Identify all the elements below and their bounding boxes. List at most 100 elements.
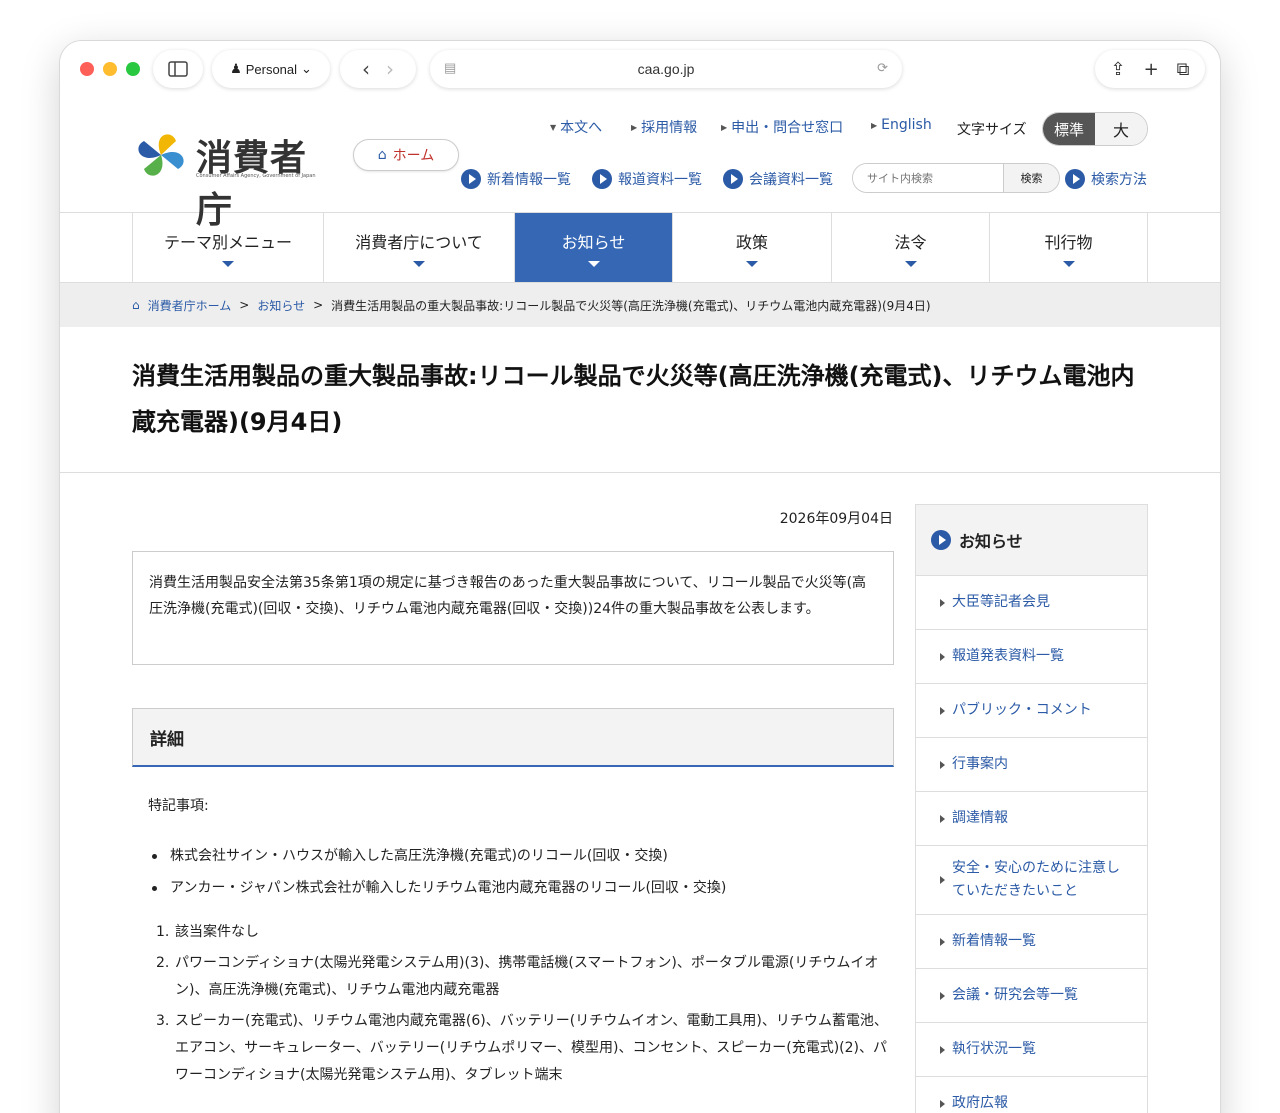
sidebar-item-label: 大臣等記者会見 [952,594,1050,610]
sidebar-item-label: 安全・安心のために注意していただきたいこと [952,860,1120,899]
font-size-large-button[interactable]: 大 [1095,113,1147,145]
sidebar-item-procurement[interactable]: 調達情報 [916,792,1147,846]
breadcrumb-separator: > [239,298,250,312]
nav-publications[interactable]: 刊行物 [989,213,1147,282]
global-nav: テーマ別メニュー 消費者庁について お知らせ 政策 法令 刊行物 [60,213,1220,283]
caret-down-icon [587,260,600,267]
play-circle-icon [1065,169,1085,189]
util-link-label: 採用情報 [641,120,698,136]
sidebar-item-meetings[interactable]: 会議・研究会等一覧 [916,969,1147,1023]
util-link-recruit[interactable]: ▶ 採用情報 [631,117,697,137]
sidebar-item-label: 執行状況一覧 [952,1041,1036,1057]
zoom-window-button[interactable] [126,62,140,76]
breadcrumb-section-link[interactable]: お知らせ [257,297,305,314]
site-logo[interactable]: 消費者庁 Consumer Affairs Agency, Government… [132,127,332,231]
caret-down-icon [222,260,234,267]
sidebar-item-news-list[interactable]: 新着情報一覧 [916,915,1147,969]
quick-link-label: 新着情報一覧 [487,172,571,188]
address-bar[interactable]: ▤ caa.go.jp ⟳ [430,50,902,88]
sidebar-icon [168,61,188,77]
nav-policy[interactable]: 政策 [672,213,831,282]
quick-link-news[interactable]: 新着情報一覧 [461,169,571,189]
play-circle-icon [931,530,951,550]
sidebar-item-press-conference[interactable]: 大臣等記者会見 [916,576,1147,630]
site-header: 消費者庁 Consumer Affairs Agency, Government… [60,97,1220,231]
new-tab-icon[interactable]: + [1144,59,1159,80]
sidebar-item-enforcement[interactable]: 執行状況一覧 [916,1023,1147,1077]
logo-mark-icon [138,134,184,176]
nav-theme-menu[interactable]: テーマ別メニュー [132,213,323,282]
util-link-label: 本文へ [560,120,603,136]
caret-down-icon [1062,260,1075,267]
breadcrumb-home-link[interactable]: 消費者庁ホーム [148,297,232,314]
triangle-right-icon: ▶ [631,122,638,132]
close-window-button[interactable] [80,62,94,76]
home-button[interactable]: ⌂ ホーム [353,139,459,171]
home-icon: ⌂ [377,147,387,163]
list-item: 1. 該当案件なし [156,919,894,946]
history-nav: ‹ › [340,50,416,88]
search-button[interactable]: 検索 [1003,164,1059,192]
quick-link-meetings[interactable]: 会議資料一覧 [723,169,833,189]
play-circle-icon [592,169,612,189]
sidebar-item-label: 会議・研究会等一覧 [952,987,1078,1003]
list-item-text: パワーコンディショナ(太陽光発電システム用)(3)、携帯電話機(スマートフォン)… [175,955,879,998]
quick-link-press[interactable]: 報道資料一覧 [592,169,702,189]
notes-bullet-list: 株式会社サイン・ハウスが輸入した高圧洗浄機(充電式)のリコール(回収・交換) ア… [150,840,726,904]
sidebar-item-public-comment[interactable]: パブリック・コメント [916,684,1147,738]
util-link-main-content[interactable]: ▼ 本文へ [550,117,602,137]
home-icon: ⌂ [132,298,140,312]
sidebar-heading-label: お知らせ [959,532,1023,551]
nav-label: 刊行物 [1044,232,1093,252]
util-link-english[interactable]: ▶ English [871,117,932,133]
play-circle-icon [723,169,743,189]
sidebar-item-events[interactable]: 行事案内 [916,738,1147,792]
chevron-down-icon: ⌄ [301,61,312,76]
sidebar-item-gov-pr[interactable]: 政府広報 [916,1077,1147,1113]
list-item-text: スピーカー(充電式)、リチウム電池内蔵充電器(6)、バッテリー(リチウムイオン、… [175,1013,888,1083]
home-label: ホーム [392,148,435,164]
quick-link-label: 報道資料一覧 [618,172,702,188]
reload-icon[interactable]: ⟳ [877,60,888,76]
util-link-label: English [881,117,932,133]
minimize-window-button[interactable] [103,62,117,76]
list-item-text: 該当案件なし [175,924,259,940]
page-title: 消費生活用製品の重大製品事故:リコール製品で火災等(高圧洗浄機(充電式)、リチウ… [132,362,1135,436]
font-size-toggle: 標準 大 [1042,112,1148,146]
sidebar-item-press-releases[interactable]: 報道発表資料一覧 [916,630,1147,684]
nav-law[interactable]: 法令 [831,213,989,282]
breadcrumb-current: 消費生活用製品の重大製品事故:リコール製品で火災等(高圧洗浄機(充電式)、リチウ… [331,298,931,313]
triangle-right-icon: ▶ [721,122,728,132]
search-input[interactable] [853,164,1003,192]
profile-button[interactable]: ♟ Personal ⌄ [212,50,330,88]
font-size-standard-button[interactable]: 標準 [1043,113,1095,145]
sidebar: お知らせ 大臣等記者会見 報道発表資料一覧 パブリック・コメント 行事案内 調達… [915,504,1148,1113]
sidebar-item-label: 報道発表資料一覧 [952,648,1064,664]
list-item: 3. スピーカー(充電式)、リチウム電池内蔵充電器(6)、バッテリー(リチウムイオ… [156,1008,894,1089]
nav-news[interactable]: お知らせ [514,213,672,282]
nav-label: 政策 [735,232,768,252]
sidebar-toggle-button[interactable] [153,50,203,88]
profile-label: Personal [245,61,298,77]
caret-down-icon [746,260,758,267]
nav-label: お知らせ [561,232,626,252]
util-link-label: 申出・問合せ窓口 [731,120,844,136]
caret-down-icon [413,260,425,267]
triangle-down-icon: ▼ [550,122,557,132]
page-menu-icon[interactable]: ▤ [444,60,456,76]
forward-button[interactable]: › [386,57,394,81]
nav-about[interactable]: 消費者庁について [323,213,514,282]
person-icon: ♟ [230,61,242,76]
util-link-contact[interactable]: ▶ 申出・問合せ窓口 [721,117,843,137]
tabs-overview-icon[interactable]: ⧉ [1177,59,1190,80]
share-icon[interactable]: ⇪ [1110,59,1125,80]
back-button[interactable]: ‹ [362,57,370,81]
quick-link-label: 会議資料一覧 [749,172,833,188]
sidebar-item-label: 政府広報 [952,1095,1008,1111]
search-help-link[interactable]: 検索方法 [1065,169,1147,189]
url-text: caa.go.jp [637,61,695,77]
sidebar-item-safety[interactable]: 安全・安心のために注意していただきたいこと [916,846,1147,915]
nav-label: 消費者庁について [355,232,483,252]
window-actions: ⇪ + ⧉ [1095,50,1205,88]
sidebar-item-label: 調達情報 [952,810,1008,826]
